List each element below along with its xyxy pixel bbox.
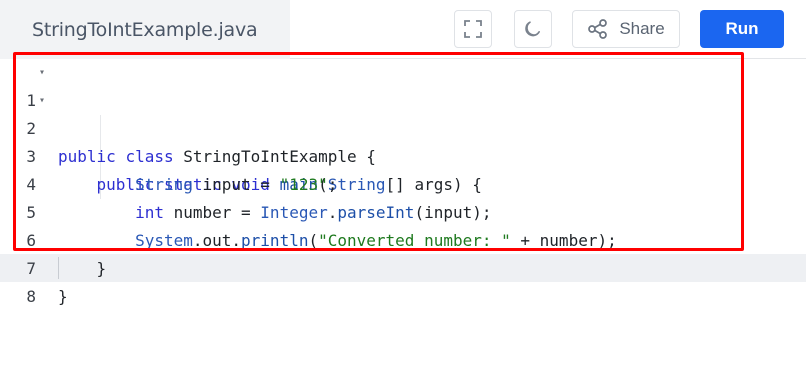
share-label: Share bbox=[619, 19, 665, 38]
fullscreen-button[interactable] bbox=[454, 10, 492, 48]
share-icon bbox=[588, 19, 608, 39]
file-tab-bar: StringToIntExample.java bbox=[0, 0, 290, 59]
code-text: } bbox=[58, 287, 68, 306]
theme-toggle-button[interactable] bbox=[514, 10, 552, 48]
moon-icon bbox=[525, 21, 540, 37]
line-number: 8 bbox=[26, 287, 36, 306]
run-button[interactable]: Run bbox=[700, 10, 784, 48]
file-tab-title[interactable]: StringToIntExample.java bbox=[0, 19, 258, 41]
code-line: 8 bbox=[0, 255, 806, 306]
highlight-box bbox=[13, 52, 744, 251]
share-button[interactable]: Share bbox=[572, 10, 680, 48]
editor-toolbar: StringToIntExample.java Share Run bbox=[0, 0, 806, 59]
fullscreen-icon bbox=[464, 20, 482, 38]
